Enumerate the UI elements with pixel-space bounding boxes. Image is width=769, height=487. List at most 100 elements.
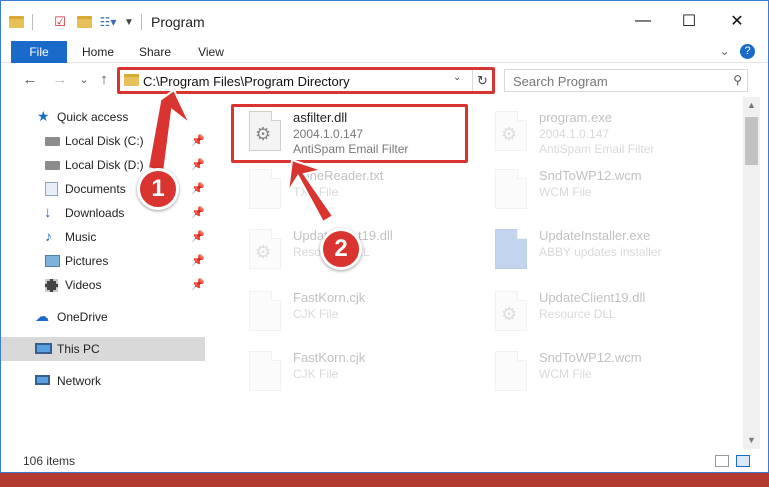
dll-file-icon: ⚙ [495,291,527,331]
toolbar-separator [141,14,142,30]
tab-share[interactable]: Share [131,41,179,63]
sidebar-item-label: Quick access [57,110,129,124]
pin-icon[interactable]: 📌 [191,182,205,195]
scroll-down-icon[interactable]: ▼ [743,432,760,449]
star-icon: ★ [37,108,50,124]
sidebar-item-this-pc[interactable]: This PC [1,337,205,361]
disk-icon [45,161,60,170]
item-count: 106 items [23,454,76,468]
downloads-icon: ↓ [44,204,52,221]
vertical-scrollbar[interactable]: ▲ ▼ [743,97,760,449]
up-button[interactable]: ↑ [95,71,113,89]
pin-icon[interactable]: 📌 [191,254,205,267]
pin-icon[interactable]: 📌 [191,206,205,219]
pin-icon[interactable]: 📌 [191,134,205,147]
new-folder-icon[interactable] [75,13,93,31]
sidebar-item-pictures[interactable]: Pictures 📌 [1,249,205,273]
gear-icon: ⚙ [501,124,518,144]
file-highlight [231,104,468,163]
sidebar-item-label: Documents [65,182,126,196]
file-name: UpdateClient19.dll [539,290,646,305]
details-view-icon[interactable] [715,455,729,467]
folder-icon [7,13,25,31]
file-name: program.exe [539,110,612,125]
expand-ribbon-icon[interactable]: ⌄ [717,44,732,59]
back-button[interactable]: ← [21,71,39,89]
navigation-pane: ★ Quick access Local Disk (C:) 📌 Local D… [1,97,207,449]
sidebar-item-label: Pictures [65,254,109,268]
forward-button[interactable]: → [51,71,69,89]
videos-icon [45,279,58,292]
file-type: TXT File [293,185,339,199]
file-version: 2004.1.0.147 [539,127,610,141]
file-name: NoneReader.txt [293,168,384,183]
sidebar-item-label: Music [65,230,97,244]
sidebar-item-label: Local Disk (C:) [65,134,144,148]
file-tile-nonereader-txt[interactable]: NoneReader.txt TXT File [229,163,469,219]
sidebar-item-local-disk-d[interactable]: Local Disk (D:) 📌 [1,153,205,177]
maximize-button[interactable]: ☐ [666,1,712,41]
installer-icon [495,229,527,269]
file-type: CJK File [293,307,339,321]
file-tile-sndtowp12-wcm[interactable]: SndToWP12.wcm WCM File [475,163,715,219]
sidebar-item-label: OneDrive [57,310,108,324]
file-tile-updateinstaller-exe[interactable]: UpdateInstaller.exe ABBY updates install… [475,223,715,279]
pin-icon[interactable]: 📌 [191,230,205,243]
gear-icon: ⚙ [501,304,518,324]
txt-file-icon [249,169,281,209]
file-tile-updateclient19-dll[interactable]: ⚙ UpdateClient19.dll Resource DLL [475,285,715,341]
sidebar-item-label: Downloads [65,206,125,220]
file-name: SndToWP12.wcm [539,350,642,365]
file-type: CJK File [293,367,339,381]
scroll-thumb[interactable] [745,117,758,165]
sidebar-item-label: Network [57,374,102,388]
exe-file-icon: ⚙ [495,111,527,151]
explorer-window: ☑ ☷▾ ▼ Program — ☐ ✕ File Home Share Vie… [0,0,769,473]
sidebar-item-music[interactable]: ♪ Music 📌 [1,225,205,249]
file-tile-fastkorn-cjk[interactable]: FastKorn.cjk CJK File [229,285,469,341]
sidebar-item-quick-access[interactable]: ★ Quick access [1,105,205,129]
tab-file[interactable]: File [11,41,67,63]
properties-icon[interactable]: ☑ [51,13,69,31]
pin-icon[interactable]: 📌 [191,278,205,291]
cloud-icon: ☁ [35,308,49,324]
file-description: AntiSpam Email Filter [539,142,655,156]
customize-view-icon[interactable]: ☷▾ [97,13,119,31]
ribbon-tabs: File Home Share View ⌄ ? [1,41,768,63]
help-icon[interactable]: ? [740,44,755,59]
sidebar-item-local-disk-c[interactable]: Local Disk (C:) 📌 [1,129,205,153]
minimize-button[interactable]: — [620,1,666,41]
sidebar-item-label: Local Disk (D:) [65,158,144,172]
dll-file-icon: ⚙ [249,229,281,269]
file-tile-sndtowp12-wcm-2[interactable]: SndToWP12.wcm WCM File [475,345,715,401]
address-bar-highlight [117,67,495,94]
pictures-icon [45,255,60,267]
toolbar-separator [32,14,33,30]
file-tile-program-exe[interactable]: ⚙ program.exe 2004.1.0.147 AntiSpam Emai… [475,105,715,161]
sidebar-item-videos[interactable]: Videos 📌 [1,273,205,297]
sidebar-item-downloads[interactable]: ↓ Downloads 📌 [1,201,205,225]
tab-home[interactable]: Home [73,41,123,63]
music-icon: ♪ [45,228,52,244]
sidebar-item-network[interactable]: Network [1,369,205,393]
file-type: WCM File [539,185,592,199]
file-type: WCM File [539,367,592,381]
search-placeholder: Search Program [513,74,608,89]
quick-access-dropdown-icon[interactable]: ▼ [123,13,135,31]
sidebar-item-onedrive[interactable]: ☁ OneDrive [1,305,205,329]
large-icons-view-icon[interactable] [736,455,750,467]
search-icon: ⚲ [733,73,742,87]
file-name: UpdateInstaller.exe [539,228,651,243]
scroll-up-icon[interactable]: ▲ [743,97,760,114]
file-name: SndToWP12.wcm [539,168,642,183]
tab-view[interactable]: View [187,41,235,63]
file-tile-fastkorn-cjk-2[interactable]: FastKorn.cjk CJK File [229,345,469,401]
title-bar: ☑ ☷▾ ▼ Program — ☐ ✕ [1,1,768,41]
pin-icon[interactable]: 📌 [191,158,205,171]
sidebar-item-label: Videos [65,278,102,292]
close-button[interactable]: ✕ [714,1,760,41]
search-input[interactable]: Search Program ⚲ [504,69,748,92]
step-badge-1: 1 [137,168,179,210]
cjk-file-icon [249,351,281,391]
recent-locations-button[interactable]: ⌄ [75,71,93,89]
